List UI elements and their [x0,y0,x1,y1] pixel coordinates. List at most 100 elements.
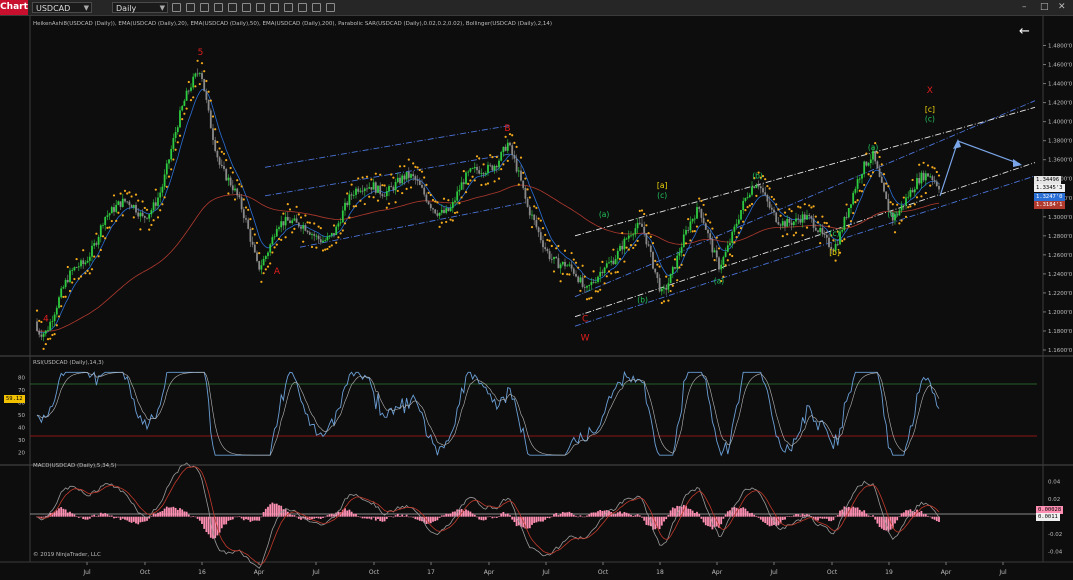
candle-body [663,287,665,289]
candle-body [225,168,228,181]
sar-dot [717,247,721,250]
candle-body [693,218,696,220]
candle-body [201,73,203,79]
sar-dot [57,315,61,318]
candle-body [330,233,333,236]
sar-dot [247,208,250,211]
candle-body [467,171,470,173]
candle-body [751,186,753,195]
zoom-in-icon[interactable] [186,3,195,12]
sar-dot [561,272,564,275]
sar-dot [724,264,727,267]
chart-area[interactable]: HeikenAshi8(USDCAD (Daily)), EMA(USDCAD … [0,16,1073,580]
drawing-tools-icon[interactable] [256,3,265,12]
macd-bar [531,516,533,525]
candle-body [660,288,663,292]
macd-bar [273,503,276,517]
interval-selector[interactable]: Daily ▼ [112,2,168,13]
sar-dot [860,190,864,193]
properties-icon[interactable] [214,3,223,12]
sar-dot [38,319,41,322]
candle-body [168,159,170,164]
candles-icon[interactable] [172,3,181,12]
sar-dot [341,229,344,232]
candle-body [379,185,382,195]
candle-body [869,159,872,164]
candle-body [113,207,115,212]
candle-body [47,330,49,331]
candle-body [548,251,551,259]
macd-bar [726,511,729,517]
candle-body [405,171,408,180]
snapshot-icon[interactable] [298,3,307,12]
macd-bar [462,510,465,517]
macd-bar [75,516,78,517]
close-button[interactable]: ✕ [1058,2,1066,12]
candle-body [278,227,280,229]
zoom-out-icon[interactable] [200,3,209,12]
sar-dot [324,248,327,251]
candle-body [247,219,250,229]
crosshair-icon[interactable] [270,3,279,12]
macd-bar [506,513,509,517]
back-arrow-icon[interactable]: ← [1019,24,1030,39]
macd-bar [126,516,129,521]
sar-dot [152,219,155,222]
sar-dot [335,241,338,244]
sar-dot [75,257,78,261]
macd-bar [139,516,142,523]
macd-bar [819,516,822,519]
sar-dot [823,221,826,224]
sar-dot [280,238,283,242]
sar-dot [156,216,160,219]
candle-body [902,205,905,207]
macd-bar [434,516,437,522]
candle-body [713,250,716,253]
instrument-selector[interactable]: USDCAD ▼ [32,2,92,13]
macd-bar [291,515,294,517]
sar-dot [887,185,890,188]
candle-body [583,286,586,288]
sar-dot [93,255,96,258]
macd-bar [196,516,199,519]
indicators-icon[interactable] [228,3,237,12]
candle-body [845,217,848,218]
macd-bar [86,516,89,520]
macd-bar [924,514,927,517]
sar-dot [218,147,221,150]
macd-bar [634,515,637,517]
sar-dot [867,173,870,176]
macd-tick: 0.04 [1048,480,1061,486]
macd-bar [513,516,516,523]
sar-dot [843,238,846,241]
x-tick-label: Jul [82,569,91,576]
templates-icon[interactable] [326,3,335,12]
sar-dot [145,208,149,211]
sar-dot [920,195,923,198]
minimize-button[interactable]: – [1022,2,1027,12]
macd-bar [192,516,195,517]
share-icon[interactable] [312,3,321,12]
macd-bar [927,515,929,517]
sar-dot [207,90,210,93]
candle-body [218,157,221,165]
macd-bar [526,516,529,529]
restore-button[interactable]: □ [1040,2,1049,12]
sar-dot [755,194,758,198]
candle-body [357,188,360,192]
chart-tab[interactable]: Chart [0,0,28,15]
price-indicators-label: HeikenAshi8(USDCAD (Daily)), EMA(USDCAD … [33,21,552,27]
sar-dot [654,259,657,263]
candle-body [264,256,267,259]
strategies-icon[interactable] [242,3,251,12]
sar-dot [403,165,406,168]
sar-dot [416,166,419,169]
candle-body [927,173,929,177]
candle-body [159,192,162,198]
sar-dot [896,203,899,206]
sar-dot [161,203,164,206]
candle-body [638,222,641,224]
x-tick-label: 16 [198,569,206,576]
hand-icon[interactable] [284,3,293,12]
sar-dot [121,214,124,217]
